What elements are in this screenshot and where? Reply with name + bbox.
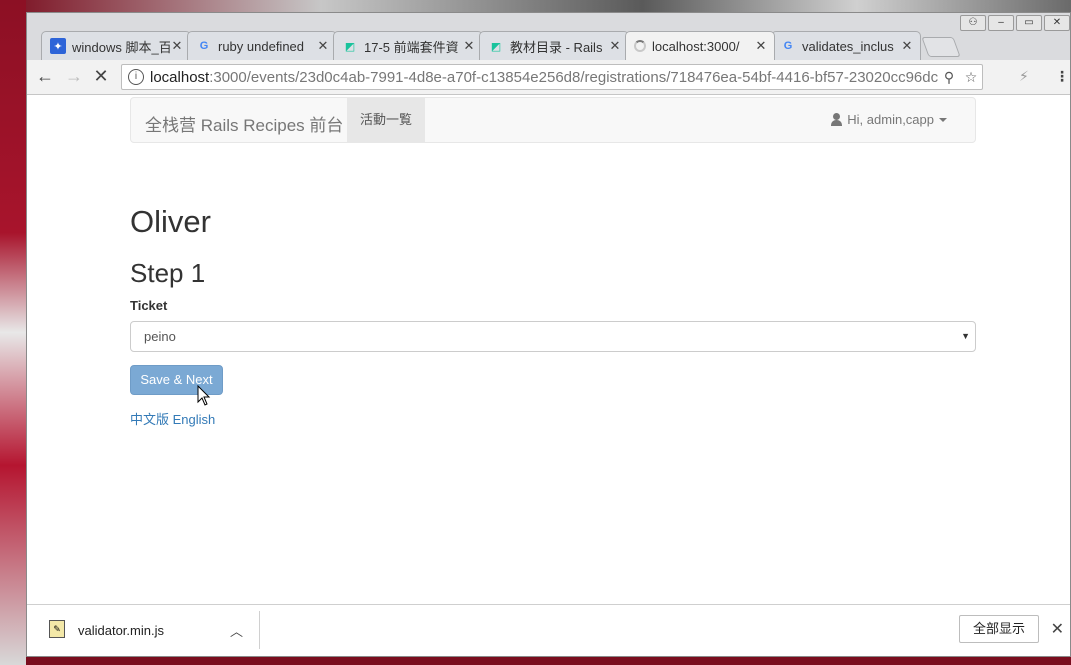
- ticket-select[interactable]: peino ▼: [130, 321, 976, 352]
- tab-title: 17-5 前端套件資: [364, 39, 459, 55]
- forward-arrow-icon[interactable]: →: [64, 66, 84, 86]
- chevron-up-icon[interactable]: ︿: [230, 621, 243, 640]
- stop-loading-icon[interactable]: ✕: [91, 66, 111, 86]
- window-controls: ⚇ – ▭ ✕: [960, 15, 1070, 31]
- download-file-name[interactable]: validator.min.js: [78, 623, 164, 638]
- user-icon: [831, 113, 843, 126]
- tab-strip: ✦ windows 脚本_百 ✕ G ruby undefined ✕ ◩ 17…: [27, 13, 1070, 60]
- site-navbar: 全栈营 Rails Recipes 前台 活動一覧 Hi, admin,capp: [130, 97, 976, 143]
- tab-3[interactable]: ◩ 17-5 前端套件資 ✕: [333, 31, 483, 60]
- browser-window: ✦ windows 脚本_百 ✕ G ruby undefined ✕ ◩ 17…: [26, 12, 1071, 657]
- back-arrow-icon[interactable]: ←: [35, 66, 55, 86]
- user-greeting: Hi, admin,capp: [847, 112, 934, 127]
- tabs: ✦ windows 脚本_百 ✕ G ruby undefined ✕ ◩ 17…: [41, 31, 961, 60]
- maximize-button[interactable]: ▭: [1016, 15, 1042, 31]
- site-brand[interactable]: 全栈营 Rails Recipes 前台: [145, 111, 343, 136]
- tab-title: 教材目录 - Rails: [510, 39, 603, 55]
- lang-zh-link[interactable]: 中文版: [130, 412, 169, 427]
- lang-en-link[interactable]: English: [173, 412, 216, 427]
- user-menu[interactable]: Hi, admin,capp: [831, 112, 947, 127]
- close-icon[interactable]: ✕: [170, 38, 184, 54]
- ticket-label: Ticket: [130, 298, 168, 313]
- menu-dots-icon[interactable]: ⋮: [1055, 68, 1069, 85]
- google-icon: G: [783, 40, 793, 52]
- close-icon[interactable]: ✕: [316, 38, 330, 54]
- close-icon[interactable]: ✕: [754, 38, 768, 54]
- page-title: Oliver: [130, 204, 211, 239]
- nav-link-events[interactable]: 活動一覧: [347, 98, 425, 142]
- tab-1[interactable]: ✦ windows 脚本_百 ✕: [41, 31, 191, 60]
- new-tab-button[interactable]: [921, 37, 961, 57]
- show-all-button[interactable]: 全部显示: [959, 615, 1039, 643]
- tab-title: windows 脚本_百: [72, 39, 170, 55]
- minimize-button[interactable]: –: [988, 15, 1014, 31]
- close-window-button[interactable]: ✕: [1044, 15, 1070, 31]
- download-shelf: ✎ validator.min.js ︿ 全部显示 ✕: [27, 604, 1070, 656]
- google-icon: G: [199, 40, 209, 52]
- tab-title: validates_inclus: [802, 38, 894, 54]
- search-icon[interactable]: ⚲: [938, 69, 960, 86]
- extension-icon[interactable]: ⚡: [1019, 68, 1029, 85]
- close-icon[interactable]: ✕: [462, 38, 476, 54]
- close-icon[interactable]: ✕: [900, 38, 914, 54]
- ticket-select-value: peino: [144, 329, 176, 344]
- desktop-background-left: [0, 0, 26, 665]
- step-heading: Step 1: [130, 258, 206, 288]
- caret-down-icon: [939, 118, 947, 122]
- loading-spinner-icon: [634, 40, 646, 52]
- tab-5-active[interactable]: localhost:3000/ ✕: [625, 31, 775, 60]
- info-icon[interactable]: i: [128, 69, 144, 85]
- tab-6[interactable]: G validates_inclus ✕: [771, 31, 921, 60]
- js-file-icon: ✎: [49, 620, 65, 638]
- close-icon[interactable]: ✕: [1051, 619, 1064, 639]
- divider: [259, 611, 260, 649]
- tab-title: ruby undefined: [218, 38, 305, 54]
- rails-recipes-icon: ◩: [490, 40, 502, 53]
- select-arrow-icon: ▼: [961, 331, 970, 341]
- tab-2[interactable]: G ruby undefined ✕: [187, 31, 337, 60]
- paw-icon: ✦: [50, 38, 66, 54]
- address-bar[interactable]: i localhost :3000/events/23d0c4ab-7991-4…: [121, 64, 983, 90]
- star-icon[interactable]: ☆: [960, 69, 982, 86]
- profile-icon[interactable]: ⚇: [960, 15, 986, 31]
- url-path: :3000/events/23d0c4ab-7991-4d8e-a70f-c13…: [209, 68, 938, 86]
- tab-title: localhost:3000/: [652, 38, 740, 54]
- tab-4[interactable]: ◩ 教材目录 - Rails ✕: [479, 31, 629, 60]
- language-switcher: 中文版 English: [130, 409, 215, 428]
- close-icon[interactable]: ✕: [608, 38, 622, 54]
- browser-toolbar: ← → ✕ i localhost :3000/events/23d0c4ab-…: [27, 60, 1070, 95]
- url-host: localhost: [150, 68, 210, 86]
- rails-recipes-icon: ◩: [344, 40, 356, 53]
- page-content: 全栈营 Rails Recipes 前台 活動一覧 Hi, admin,capp…: [27, 95, 1070, 606]
